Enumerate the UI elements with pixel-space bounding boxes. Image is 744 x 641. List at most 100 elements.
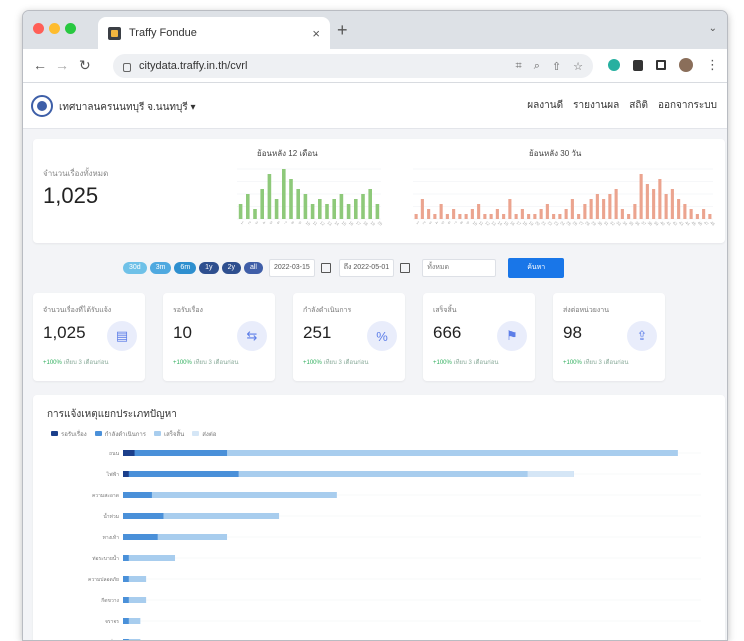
site-header: เทศบาลนครนนทบุรี จ.นนทบุรี ▾ ผลงานดี ราย… xyxy=(23,83,727,129)
tick-label: 14 xyxy=(334,220,341,227)
bar xyxy=(539,209,543,219)
bar xyxy=(702,209,706,219)
bar xyxy=(420,199,424,219)
search-button[interactable]: ค้นหา xyxy=(508,258,565,278)
stat-card[interactable]: จำนวนเรื่องที่ได้รับแจ้ง 1,025 +100% เทียบ… xyxy=(33,293,145,381)
share-icon[interactable]: ⇧ xyxy=(552,60,561,73)
range-pill-1[interactable]: 3m xyxy=(149,262,172,274)
bar xyxy=(361,194,365,219)
legend-item-2[interactable]: เสร็จสิ้น xyxy=(154,429,184,439)
forward-arrow-icon[interactable]: → xyxy=(55,57,69,73)
bar xyxy=(439,204,443,219)
new-tab-button[interactable]: + xyxy=(337,21,348,39)
bookmark-star-icon[interactable]: ☆ xyxy=(573,60,583,73)
filter-row: 30d 3m 6m 1y 2y all 2022-03-15 ถึง 2022-05-01… xyxy=(123,257,565,279)
bar xyxy=(652,189,656,219)
lock-icon xyxy=(123,62,131,72)
close-window-button[interactable] xyxy=(33,23,44,34)
bar xyxy=(458,214,462,219)
browser-menu-icon[interactable]: ⋮ xyxy=(706,58,719,71)
bar xyxy=(520,209,524,219)
bar-in-progress xyxy=(123,450,228,456)
problem-type-bar-chart: ถนนไฟฟ้าความสะอาดน้ำท่วมทางเท้าท่อระบายน… xyxy=(88,450,701,640)
legend-item-3[interactable]: ส่งต่อ xyxy=(192,429,216,439)
bar xyxy=(289,179,293,219)
stat-card[interactable]: ส่งต่อหน่วยงาน 98 +100% เทียบ 3 เดือนก่อน ⇪ xyxy=(553,293,665,381)
range-pill-5[interactable]: all xyxy=(243,262,263,274)
bar xyxy=(608,194,612,219)
document-icon: ▤ xyxy=(107,321,137,351)
nav-link-1[interactable]: รายงานผล xyxy=(573,98,619,113)
nav-link-0[interactable]: ผลงานดี xyxy=(527,98,563,113)
bar xyxy=(483,214,487,219)
bar-legend: รอรับเรื่อง กำลังดำเนินการ เสร็จสิ้น ส่งต่อ xyxy=(51,429,216,439)
category-label: ความสะอาด xyxy=(92,493,119,499)
range-pill-3[interactable]: 1y xyxy=(199,262,219,274)
date-from-input[interactable]: 2022-03-15 xyxy=(268,259,315,277)
tick-label: 17 xyxy=(355,220,362,227)
legend-item-0[interactable]: รอรับเรื่อง xyxy=(51,429,87,439)
bar xyxy=(477,204,481,219)
bar xyxy=(445,214,449,219)
bar xyxy=(602,199,606,219)
stat-value: 10 xyxy=(173,323,192,342)
range-pill-2[interactable]: 6m xyxy=(174,262,197,274)
tick-label: 3 xyxy=(428,220,434,226)
stat-card[interactable]: กำลังดำเนินการ 251 +100% เทียบ 3 เดือนก่อน… xyxy=(293,293,405,381)
tick-label: 5 xyxy=(440,220,446,226)
bar xyxy=(689,209,693,219)
stat-card[interactable]: รอรับเรื่อง 10 +100% เทียบ 3 เดือนก่อน ⇆ xyxy=(163,293,275,381)
bar-in-progress xyxy=(123,513,164,519)
tick-label: 5 xyxy=(269,220,275,226)
flag-icon: ⚑ xyxy=(497,321,527,351)
tab-search-chevron-icon[interactable]: ⌄ xyxy=(709,23,717,34)
translate-icon[interactable]: ⌗ xyxy=(516,60,522,73)
stat-value: 1,025 xyxy=(43,323,86,342)
tick-label: 48 xyxy=(709,220,716,227)
bar xyxy=(433,214,437,219)
bar xyxy=(246,194,250,219)
tick-label: 6 xyxy=(276,220,282,226)
profile-avatar[interactable] xyxy=(679,58,693,72)
bar xyxy=(310,204,315,219)
bar xyxy=(414,214,418,219)
tick-label: 2 xyxy=(247,220,253,226)
tick-label: 1 xyxy=(240,220,246,226)
calendar-icon[interactable] xyxy=(320,263,331,273)
bar xyxy=(318,199,322,219)
bar-in-progress xyxy=(123,534,158,540)
extension-green-icon[interactable] xyxy=(608,59,620,71)
date-to-input[interactable]: ถึง 2022-05-01 xyxy=(338,259,395,277)
tab-close-icon[interactable]: × xyxy=(312,26,320,41)
bar xyxy=(577,214,581,219)
maximize-window-button[interactable] xyxy=(65,23,76,34)
nav-link-2[interactable]: สถิติ xyxy=(629,98,648,113)
bar-completed xyxy=(123,492,337,498)
calendar-icon[interactable] xyxy=(400,263,411,273)
reload-icon[interactable]: ↻ xyxy=(79,57,91,73)
nav-link-3[interactable]: ออกจากระบบ xyxy=(658,98,717,113)
bar xyxy=(683,204,687,219)
org-logo-icon[interactable] xyxy=(31,95,53,117)
sidepanel-icon[interactable] xyxy=(656,60,666,70)
category-label: กีดขวาง xyxy=(101,597,119,604)
address-bar[interactable]: citydata.traffy.in.th/cvrl ⌗ ⌕ ⇧ ☆ xyxy=(113,54,593,78)
range-pill-0[interactable]: 30d xyxy=(123,262,147,274)
bar xyxy=(464,214,468,219)
extensions-puzzle-icon[interactable] xyxy=(633,59,643,71)
stat-card[interactable]: เสร็จสิ้น 666 +100% เทียบ 3 เดือนก่อน ⚑ xyxy=(423,293,535,381)
bar xyxy=(589,199,593,219)
minimize-window-button[interactable] xyxy=(49,23,60,34)
type-select[interactable]: ทั้งหมด xyxy=(422,259,497,277)
range-pill-4[interactable]: 2y xyxy=(221,262,241,274)
zoom-icon[interactable]: ⌕ xyxy=(534,60,540,73)
bar-forwarded xyxy=(527,471,574,477)
bar xyxy=(452,209,456,219)
bar xyxy=(695,214,699,219)
legend-item-1[interactable]: กำลังดำเนินการ xyxy=(94,429,146,439)
bar-in-progress xyxy=(123,492,152,498)
category-label: ความปลอดภัย xyxy=(88,577,119,583)
org-selector[interactable]: เทศบาลนครนนทบุรี จ.นนทบุรี ▾ xyxy=(59,100,196,115)
back-arrow-icon[interactable]: ← xyxy=(33,57,47,73)
browser-tab[interactable]: Traffy Fondue × xyxy=(98,17,330,49)
